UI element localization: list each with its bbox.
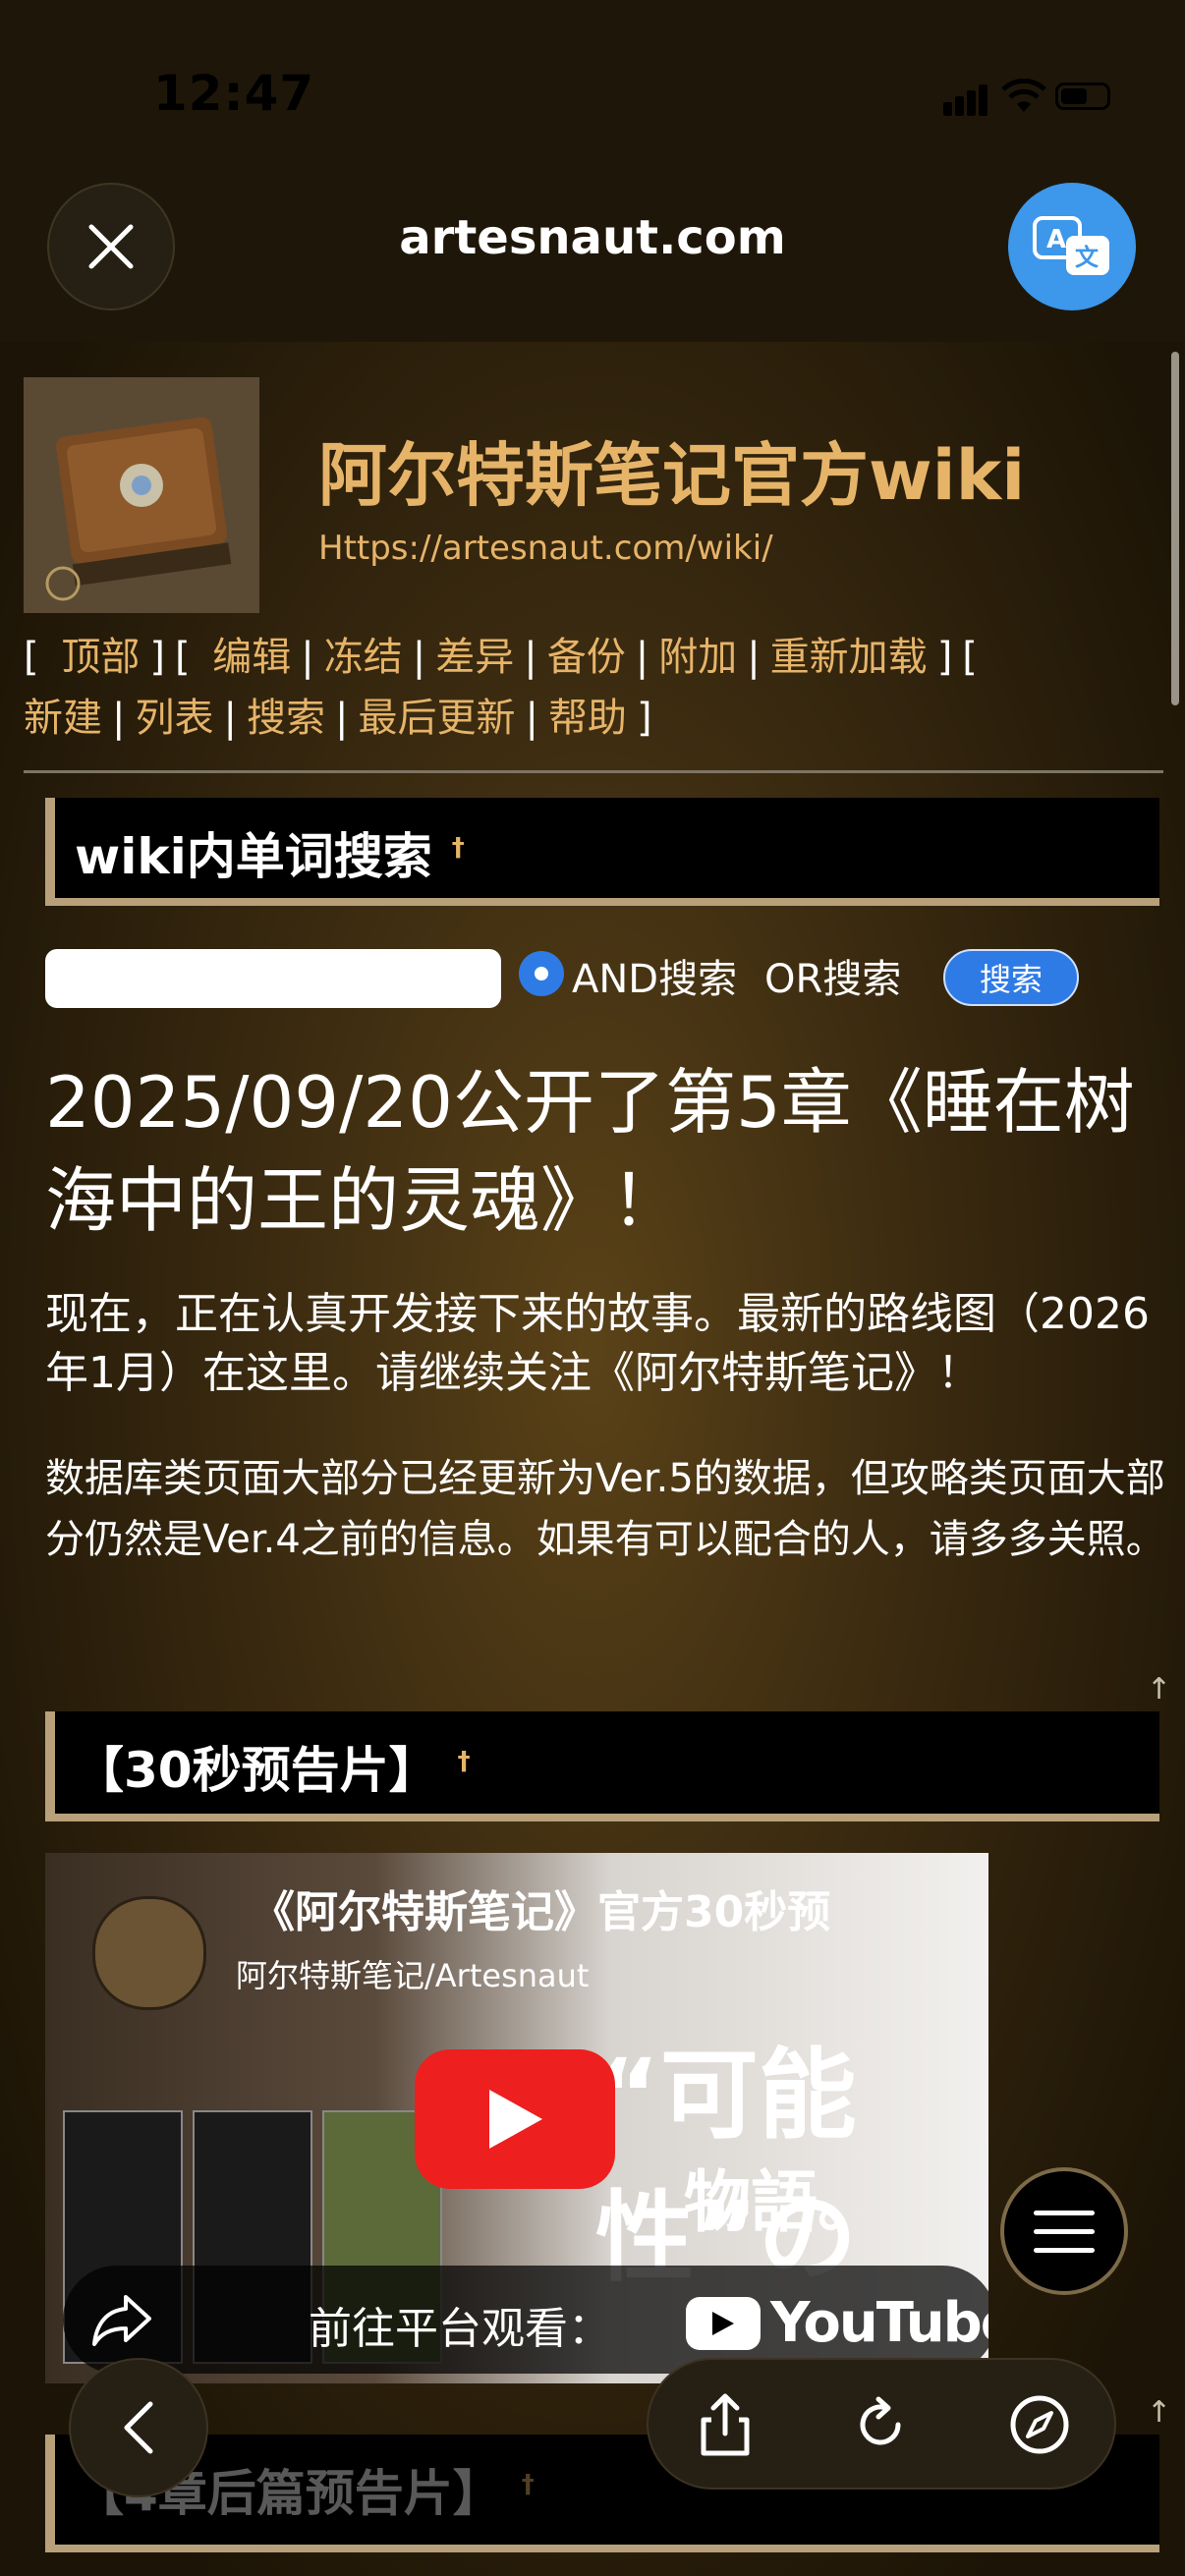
svg-text:A: A bbox=[1046, 225, 1066, 254]
roadmap-paragraph: 现在，正在认真开发接下来的故事。最新的路线图（2026年1月）在这里。请继续关注… bbox=[45, 1289, 1150, 1398]
search-button[interactable]: 搜索 bbox=[943, 949, 1079, 1006]
search-section-title-wrap: wiki内单词搜索 † bbox=[75, 817, 465, 888]
browser-header: 12:47 artesnaut.com A 文 bbox=[0, 0, 1185, 342]
signal-bar bbox=[967, 90, 976, 116]
nav-attach[interactable]: 附加 bbox=[658, 635, 737, 680]
video-overlay-text-2: 物語。 bbox=[684, 2164, 885, 2242]
status-time: 12:47 bbox=[153, 65, 315, 122]
nav-search[interactable]: 搜索 bbox=[247, 696, 325, 741]
nav-list[interactable]: 列表 bbox=[135, 696, 213, 741]
nav-separator: | bbox=[635, 635, 649, 680]
site-url[interactable]: Https://artesnaut.com/wiki/ bbox=[318, 529, 773, 568]
search-section-header: wiki内单词搜索 † bbox=[45, 798, 1159, 906]
nav-separator: | bbox=[301, 635, 314, 680]
channel-avatar[interactable] bbox=[92, 1896, 206, 2010]
web-content[interactable]: 阿尔特斯笔记官方wiki Https://artesnaut.com/wiki/… bbox=[0, 342, 1185, 2576]
share-icon[interactable] bbox=[90, 2293, 153, 2348]
nav-bracket: ] bbox=[936, 635, 953, 680]
and-search-label[interactable]: AND搜索 bbox=[572, 947, 737, 1004]
battery-icon bbox=[1055, 83, 1110, 110]
translate-icon: A 文 bbox=[1033, 216, 1109, 275]
video-channel[interactable]: 阿尔特斯笔记/Artesnaut bbox=[236, 1951, 589, 1996]
chevron-left-icon bbox=[124, 2401, 153, 2454]
menu-button[interactable] bbox=[1000, 2167, 1128, 2295]
back-to-top-arrow-2[interactable]: ↑ bbox=[1147, 2395, 1171, 2430]
url-text[interactable]: artesnaut.com bbox=[0, 210, 1185, 265]
wifi-icon bbox=[1001, 79, 1046, 112]
video-title[interactable]: 《阿尔特斯笔记》官方30秒预 bbox=[252, 1876, 830, 1939]
site-title: 阿尔特斯笔记官方wiki bbox=[318, 435, 1026, 516]
play-button[interactable] bbox=[415, 2049, 615, 2189]
signal-icon bbox=[943, 102, 952, 116]
trailer-section-title-wrap: 【30秒预告片】 † bbox=[75, 1731, 471, 1802]
nav-diff[interactable]: 差异 bbox=[435, 635, 514, 680]
announcement-headline: 2025/09/20公开了第5章《睡在树海中的王的灵魂》！ bbox=[45, 1061, 1135, 1242]
search-section-title: wiki内单词搜索 bbox=[75, 828, 432, 885]
share-button[interactable] bbox=[690, 2389, 761, 2460]
youtube-play-icon bbox=[686, 2296, 761, 2350]
book-logo-image bbox=[24, 377, 259, 613]
nav-top[interactable]: 顶部 bbox=[61, 635, 140, 680]
back-button[interactable] bbox=[69, 2358, 208, 2497]
nav-separator: | bbox=[525, 696, 538, 741]
divider bbox=[24, 770, 1163, 773]
compass-button[interactable] bbox=[1004, 2389, 1075, 2460]
wiki-nav: [ 顶部][ 编辑 | 冻结 | 差异 | 备份 | 附加 | 重新加载][ 新建 | 列表 | 搜索 | 最后… bbox=[24, 627, 1163, 749]
hamburger-line bbox=[1034, 2210, 1095, 2215]
hamburger-line bbox=[1034, 2228, 1095, 2234]
nav-separator: | bbox=[334, 696, 349, 741]
nav-separator: | bbox=[223, 696, 237, 741]
radio-dot bbox=[535, 967, 548, 980]
signal-bar bbox=[955, 96, 964, 116]
nav-separator: | bbox=[747, 635, 761, 680]
nav-bracket: [ bbox=[24, 635, 39, 680]
or-search-label[interactable]: OR搜索 bbox=[764, 947, 901, 1004]
compass-icon bbox=[1010, 2395, 1069, 2454]
anchor-link[interactable]: † bbox=[458, 1747, 471, 1776]
anchor-link[interactable]: † bbox=[522, 2470, 535, 2499]
nav-bracket: [ bbox=[174, 635, 191, 680]
hamburger-line bbox=[1034, 2247, 1095, 2253]
trailer-section-header: 【30秒预告片】 † bbox=[45, 1711, 1159, 1821]
search-input[interactable] bbox=[45, 949, 501, 1008]
nav-separator: | bbox=[112, 696, 126, 741]
trailer-section-title: 【30秒预告片】 bbox=[75, 1742, 438, 1799]
and-radio[interactable] bbox=[519, 951, 564, 996]
reload-button[interactable] bbox=[845, 2389, 916, 2460]
nav-backup[interactable]: 备份 bbox=[547, 635, 626, 680]
back-to-top-arrow[interactable]: ↑ bbox=[1147, 1672, 1171, 1707]
nav-edit[interactable]: 编辑 bbox=[212, 635, 291, 680]
site-logo[interactable] bbox=[24, 377, 259, 613]
status-icons bbox=[943, 77, 1110, 116]
youtube-logo[interactable]: YouTube bbox=[686, 2291, 988, 2355]
reload-icon bbox=[860, 2396, 901, 2445]
watch-on-label: 前往平台观看： bbox=[309, 2304, 611, 2354]
nav-bracket: ] bbox=[636, 696, 652, 741]
browser-toolbar bbox=[647, 2358, 1116, 2490]
nav-bracket: ] bbox=[149, 635, 165, 680]
signal-bar bbox=[979, 84, 988, 116]
nav-reload[interactable]: 重新加载 bbox=[770, 635, 928, 680]
svg-text:文: 文 bbox=[1075, 244, 1100, 271]
play-icon bbox=[489, 2090, 542, 2149]
nav-recent[interactable]: 最后更新 bbox=[358, 696, 515, 741]
nav-freeze[interactable]: 冻结 bbox=[324, 635, 403, 680]
nav-bracket: [ bbox=[962, 635, 978, 680]
data-notice-paragraph: 数据库类页面大部分已经更新为Ver.5的数据，但攻略类页面大部分仍然是Ver.4… bbox=[45, 1456, 1165, 1562]
anchor-link[interactable]: † bbox=[452, 833, 465, 863]
translate-button[interactable]: A 文 bbox=[1008, 183, 1136, 310]
nav-new[interactable]: 新建 bbox=[24, 696, 102, 741]
nav-separator: | bbox=[412, 635, 426, 680]
share-icon bbox=[701, 2393, 750, 2456]
scrollbar[interactable] bbox=[1171, 352, 1179, 705]
youtube-wordmark: YouTube bbox=[770, 2291, 988, 2355]
youtube-embed[interactable]: “可能性”の 物語。 《阿尔特斯笔记》官方30秒预 阿尔特斯笔记/Artesna… bbox=[45, 1853, 988, 2383]
nav-help[interactable]: 帮助 bbox=[548, 696, 627, 741]
nav-separator: | bbox=[524, 635, 537, 680]
